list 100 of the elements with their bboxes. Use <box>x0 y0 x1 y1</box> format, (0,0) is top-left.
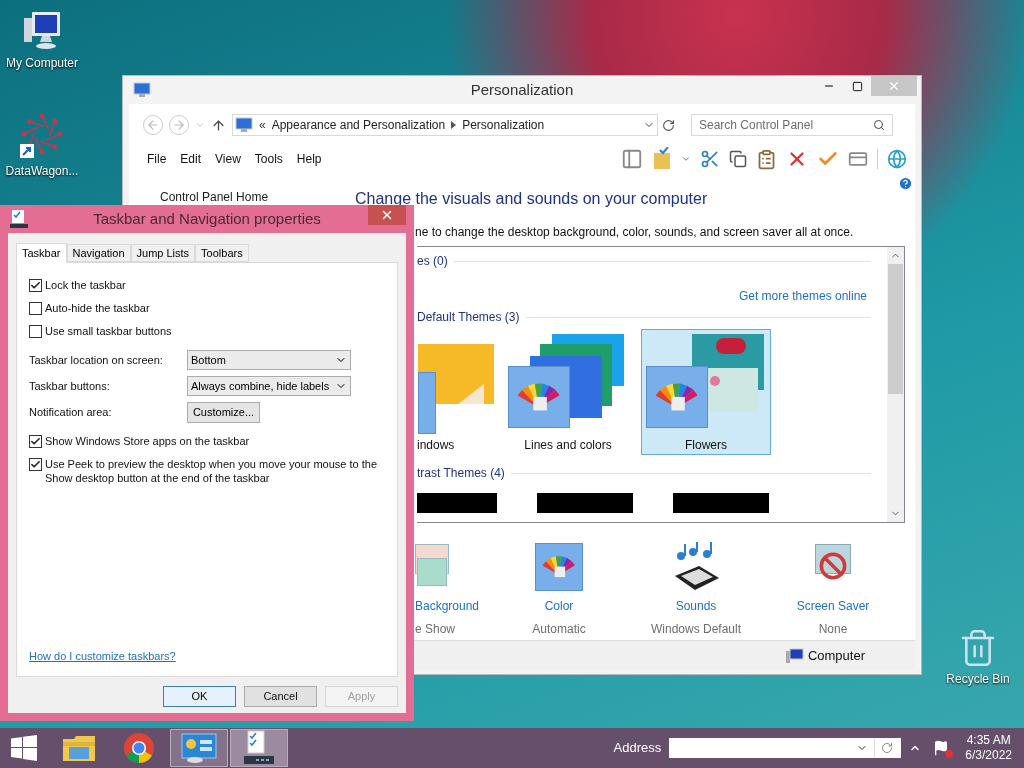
breadcrumb[interactable]: Personalization <box>462 116 545 134</box>
page-heading: Change the visuals and sounds on your computer <box>355 190 708 208</box>
field-label: Taskbar location on screen: <box>29 352 164 368</box>
copy-icon[interactable] <box>729 150 747 168</box>
paste-icon[interactable] <box>756 148 777 170</box>
close-icon <box>380 208 394 222</box>
sidebar-link[interactable]: Control Panel Home <box>160 190 269 204</box>
field-label: Notification area: <box>29 404 113 420</box>
flower-shape <box>710 376 720 386</box>
theme-tile[interactable]: indows <box>417 329 495 455</box>
checkbox[interactable] <box>29 458 42 471</box>
checklist-icon <box>10 210 28 228</box>
theme-name: Lines and colors <box>524 437 612 454</box>
checkbox-label[interactable]: Use Peek to preview the desktop when you move your mouse to the Show desktop button at the end of the taskbar <box>45 457 385 485</box>
breadcrumb-arrow-icon <box>451 121 457 129</box>
flag-error-icon[interactable] <box>933 740 950 756</box>
group-heading: trast Themes (4) <box>417 465 505 482</box>
menu-item[interactable]: Edit <box>173 150 209 168</box>
maximize-icon <box>851 80 863 92</box>
triangle-shape <box>457 384 484 404</box>
search-icon <box>873 119 885 131</box>
globe-icon[interactable] <box>887 149 907 169</box>
setting-value: Automatic <box>532 621 586 638</box>
dialog-title: Taskbar and Navigation properties <box>93 208 321 229</box>
palette-tile <box>417 372 436 434</box>
address-prefix: « <box>259 117 266 134</box>
field-label: Taskbar buttons: <box>29 378 111 394</box>
setting-link[interactable]: Screen Saver <box>796 597 870 615</box>
group-heading: Default Themes (3) <box>417 309 520 326</box>
monitor-icon <box>133 82 151 98</box>
taskbar-button[interactable] <box>230 729 288 767</box>
control-panel-icon <box>181 732 217 764</box>
dropdown[interactable]: Bottom <box>187 350 351 370</box>
windows-logo-icon <box>11 735 37 761</box>
refresh-icon[interactable] <box>881 742 894 754</box>
checkbox-label[interactable]: Lock the taskbar <box>45 278 385 292</box>
computer-icon <box>785 647 804 664</box>
close-icon <box>887 79 901 93</box>
menu-item[interactable]: View <box>208 150 248 168</box>
color-fan-icon <box>542 555 576 579</box>
tab[interactable]: Toolbars <box>195 244 249 262</box>
search-field[interactable]: Search Control Panel <box>691 114 893 136</box>
checkbox-label[interactable]: Use small taskbar buttons <box>45 324 385 338</box>
dropdown[interactable]: Always combine, hide labels <box>187 376 351 396</box>
tab[interactable]: Navigation <box>66 244 131 262</box>
card-icon[interactable] <box>848 149 868 169</box>
checkbox[interactable] <box>29 435 42 448</box>
dialog-button[interactable]: OK <box>163 686 236 707</box>
setting-value: Windows Default <box>650 621 741 638</box>
status-text: Computer <box>807 646 865 665</box>
page-description: ne to change the desktop background, color, sounds, and screen saver all at once. <box>415 225 854 239</box>
checkbox[interactable] <box>29 279 42 292</box>
setting-link[interactable]: Color <box>544 597 574 615</box>
group-heading: es (0) <box>417 253 448 270</box>
online-themes-link[interactable]: Get more themes online <box>738 287 867 305</box>
checkbox-label[interactable]: Show Windows Store apps on the taskbar <box>45 434 385 448</box>
menu-item[interactable]: Help <box>289 150 329 168</box>
setting-link[interactable]: Sounds <box>675 597 717 615</box>
tab[interactable]: Taskbar <box>16 243 67 263</box>
breadcrumb[interactable]: Appearance and Personalization <box>271 116 446 134</box>
setting-link[interactable]: Background <box>415 597 480 615</box>
setting-value: None <box>818 621 848 638</box>
theme-name: Flowers <box>685 437 727 454</box>
flower-shape <box>716 338 746 354</box>
menu-item[interactable]: Tools <box>247 150 290 168</box>
scroll-thumb[interactable] <box>888 264 903 394</box>
menu-item[interactable]: File <box>140 150 174 168</box>
dialog-button[interactable]: Cancel <box>244 686 317 707</box>
theme-name: indows <box>417 437 455 454</box>
refresh-icon[interactable] <box>662 118 675 132</box>
layout-icon[interactable] <box>621 148 643 170</box>
checkbox[interactable] <box>29 325 42 338</box>
window-title: Personalization <box>470 79 574 100</box>
folder-check-icon[interactable] <box>652 147 672 171</box>
color-fan-icon <box>517 382 561 412</box>
address-label: Address <box>613 739 662 758</box>
desktop-icon-label[interactable]: DataWagon... <box>5 162 79 180</box>
clock[interactable]: 4:35 AM 6/3/2022 <box>965 733 1012 763</box>
caret-icon[interactable] <box>681 154 691 164</box>
scrollbar[interactable] <box>887 247 904 522</box>
theme-tile[interactable]: Flowers <box>641 329 771 455</box>
address-field[interactable] <box>669 738 902 758</box>
close-button[interactable] <box>368 205 406 225</box>
checkbox[interactable] <box>29 302 42 315</box>
address-bar[interactable]: « Appearance and Personalization Personalization <box>232 114 658 136</box>
theme-tile[interactable]: Lines and colors <box>503 329 633 455</box>
checklist-taskbar-icon <box>242 730 276 766</box>
color-fan-icon <box>655 382 699 412</box>
up-icon[interactable] <box>211 117 226 133</box>
customize-button[interactable]: Customize... <box>187 401 260 423</box>
checkbox-label[interactable]: Auto-hide the taskbar <box>45 301 385 315</box>
help-link[interactable]: How do I customize taskbars? <box>29 647 176 664</box>
cut-icon[interactable] <box>700 149 720 169</box>
tab[interactable]: Jump Lists <box>130 244 196 262</box>
browser-icon <box>123 732 155 764</box>
monitor-icon <box>235 117 253 133</box>
help-icon[interactable] <box>898 176 913 191</box>
folder-icon <box>62 733 96 763</box>
setting-value: e Show <box>415 621 456 638</box>
desktop-icon-label[interactable]: My Computer <box>6 54 78 72</box>
